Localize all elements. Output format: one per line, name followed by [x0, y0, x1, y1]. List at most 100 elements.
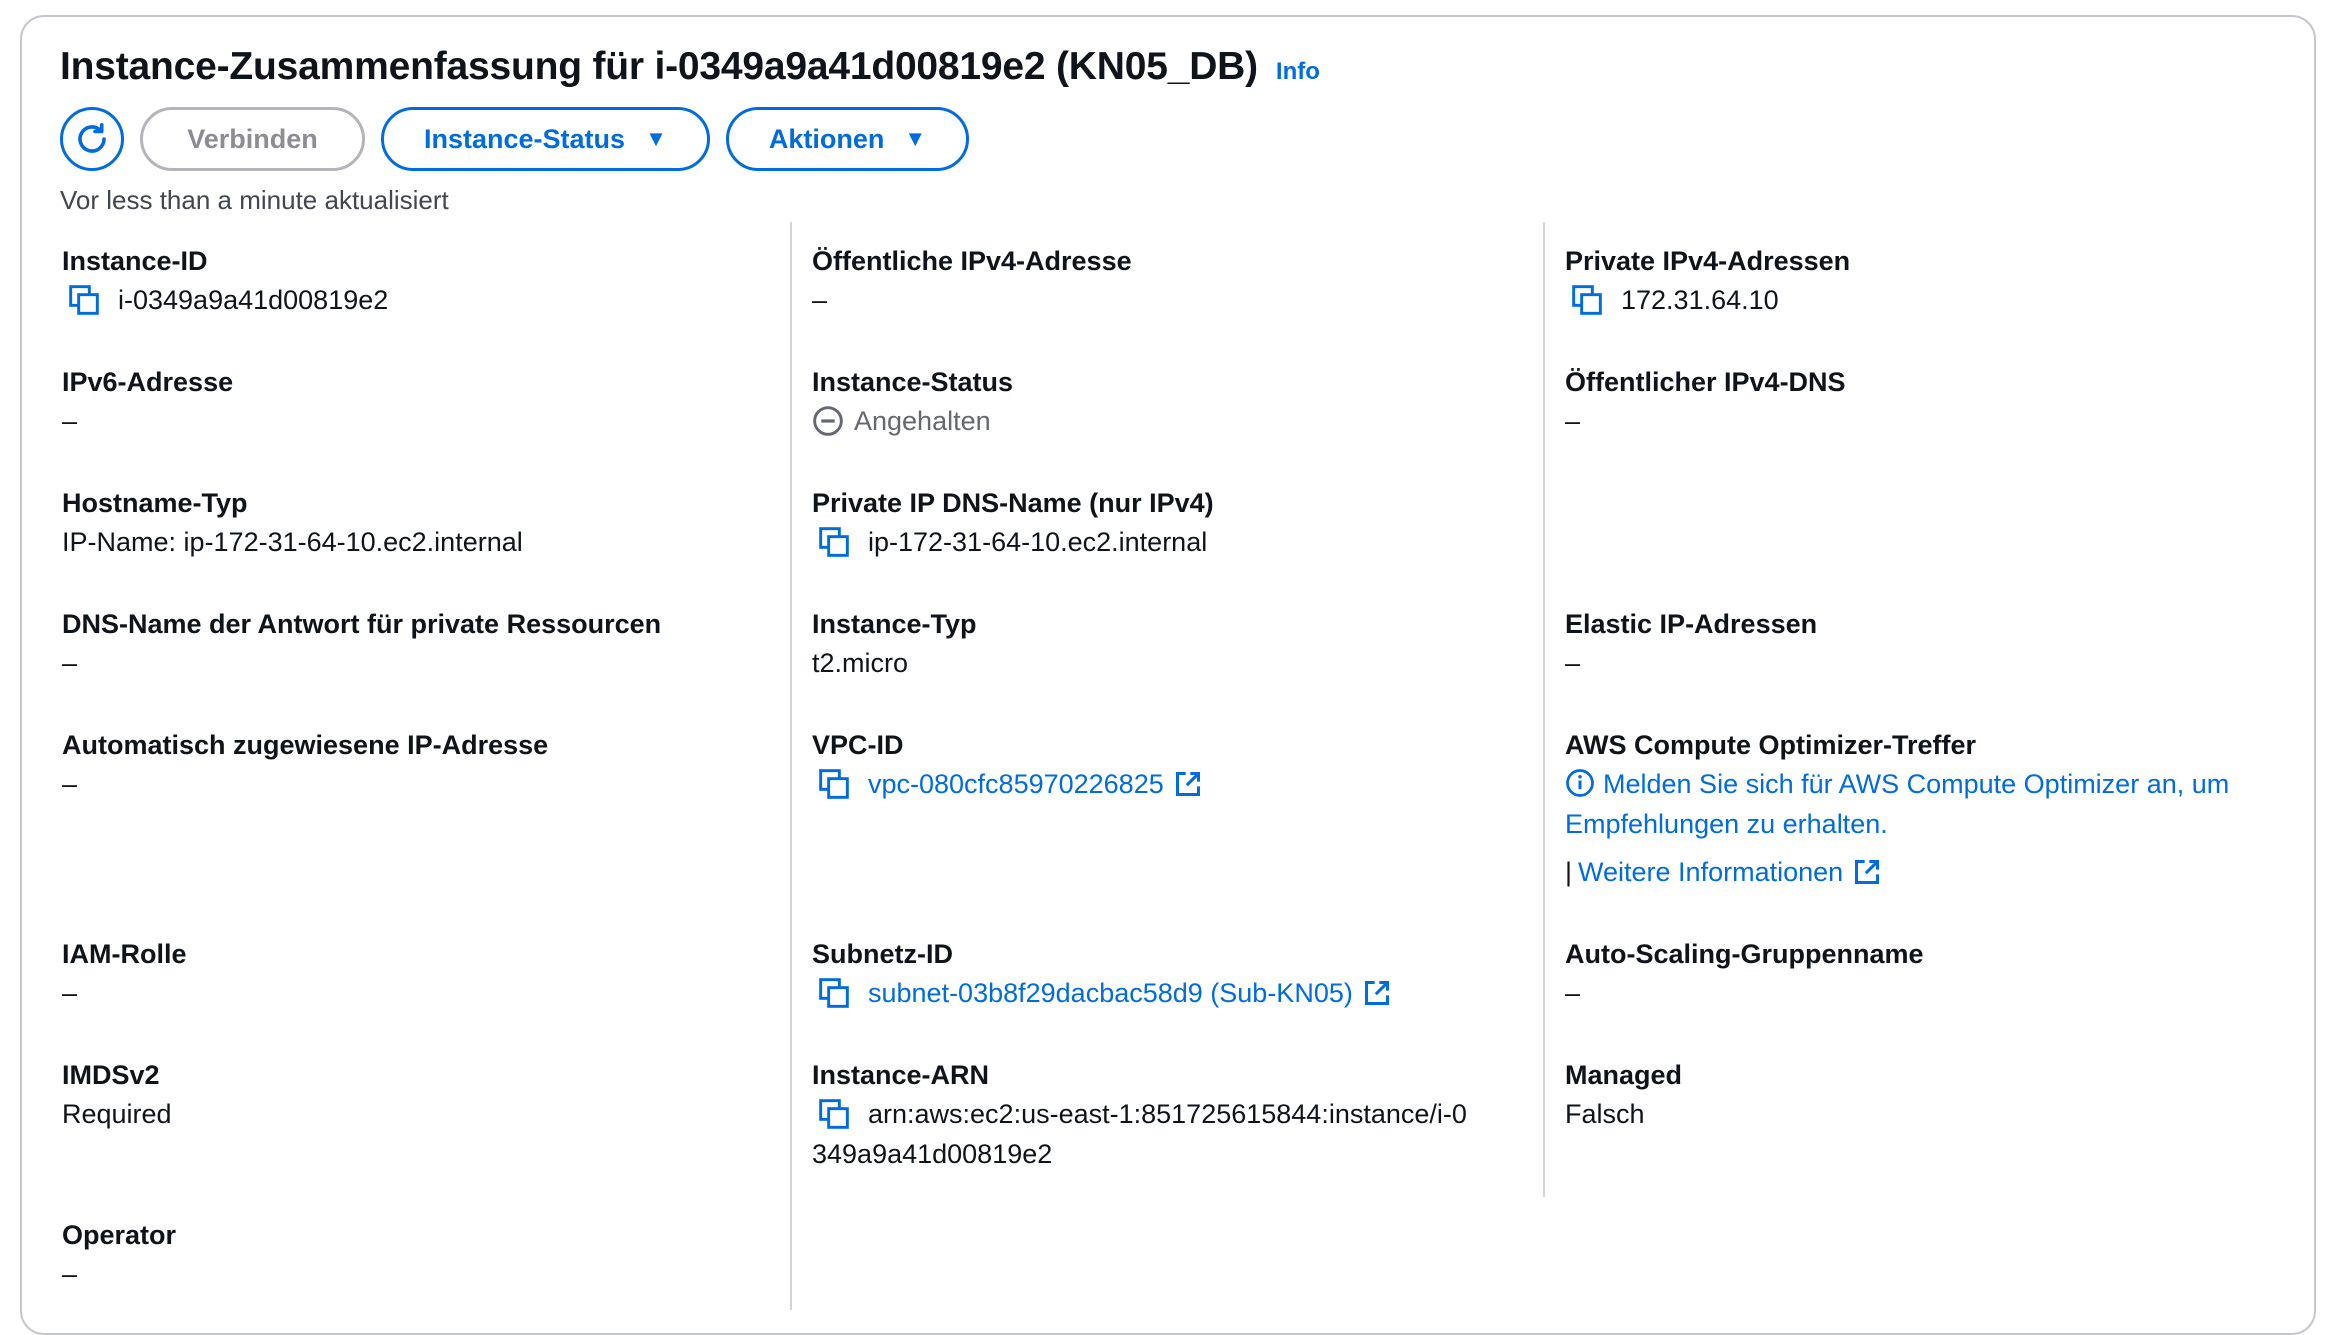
- field-iam-role: IAM-Rolle –: [62, 935, 187, 1013]
- instance-status-button-label: Instance-Status: [424, 123, 626, 154]
- field-instance-arn: Instance-ARN arn:aws:ec2:us-east-1:85172…: [812, 1056, 1467, 1174]
- field-value: –: [62, 1259, 78, 1289]
- stopped-status-icon: [813, 406, 843, 436]
- instance-status-value: Angehalten: [854, 406, 991, 436]
- optimizer-signup-line2-row: Empfehlungen zu erhalten.: [1565, 804, 2229, 844]
- field-value: –: [812, 285, 828, 315]
- field-subnet-id: Subnetz-ID subnet-03b8f29dacbac58d9 (Sub…: [812, 935, 1391, 1013]
- copy-icon[interactable]: [818, 526, 850, 558]
- refresh-button[interactable]: [60, 107, 124, 171]
- separator: |: [1565, 857, 1573, 887]
- field-value: –: [62, 769, 78, 799]
- field-public-ipv4: Öffentliche IPv4-Adresse –: [812, 242, 1132, 320]
- optimizer-signup-link-line1[interactable]: Melden Sie sich für AWS Compute Optimize…: [1603, 769, 2229, 799]
- external-link-icon[interactable]: [1853, 858, 1881, 886]
- more-info-row: | Weitere Informationen: [1565, 852, 2229, 892]
- field-managed: Managed Falsch: [1565, 1056, 1682, 1134]
- field-label: IMDSv2: [62, 1060, 160, 1090]
- field-imdsv2: IMDSv2 Required: [62, 1056, 172, 1134]
- field-private-dns: Private IP DNS-Name (nur IPv4) ip-172-31…: [812, 484, 1214, 562]
- field-value: 172.31.64.10: [1565, 280, 1850, 320]
- field-compute-optimizer: AWS Compute Optimizer-Treffer Melden Sie…: [1565, 726, 2229, 892]
- field-value: IP-Name: ip-172-31-64-10.ec2.internal: [62, 527, 523, 557]
- field-value: –: [62, 648, 78, 678]
- vpc-id-link[interactable]: vpc-080cfc85970226825: [868, 764, 1164, 804]
- field-value: ip-172-31-64-10.ec2.internal: [812, 522, 1214, 562]
- caret-down-icon: ▼: [904, 126, 927, 151]
- field-instance-id: Instance-ID i-0349a9a41d00819e2: [62, 242, 388, 320]
- external-link-icon[interactable]: [1174, 770, 1202, 798]
- field-label: Hostname-Typ: [62, 488, 248, 518]
- field-value: Required: [62, 1099, 172, 1129]
- field-value: –: [62, 978, 78, 1008]
- field-value: Falsch: [1565, 1099, 1645, 1129]
- toolbar: Verbinden Instance-Status ▼ Aktionen ▼: [60, 107, 1320, 171]
- actions-button-label: Aktionen: [768, 123, 885, 154]
- copy-icon[interactable]: [818, 768, 850, 800]
- instance-id-value: i-0349a9a41d00819e2: [118, 285, 389, 315]
- private-ipv4-value: 172.31.64.10: [1621, 285, 1779, 315]
- field-label: Private IP DNS-Name (nur IPv4): [812, 488, 1214, 518]
- field-label: Instance-ARN: [812, 1060, 990, 1090]
- field-value: Angehalten: [812, 401, 1013, 441]
- field-public-dns: Öffentlicher IPv4-DNS –: [1565, 363, 1846, 441]
- instance-status-button[interactable]: Instance-Status ▼: [381, 107, 710, 171]
- field-label: IPv6-Adresse: [62, 367, 234, 397]
- copy-icon[interactable]: [68, 284, 100, 316]
- instance-arn-value-line1: arn:aws:ec2:us-east-1:851725615844:insta…: [868, 1099, 1467, 1129]
- field-label: Öffentlicher IPv4-DNS: [1565, 367, 1846, 397]
- copy-icon[interactable]: [818, 1098, 850, 1130]
- field-value: t2.micro: [812, 648, 909, 678]
- field-operator: Operator –: [62, 1216, 176, 1294]
- field-value: arn:aws:ec2:us-east-1:851725615844:insta…: [812, 1094, 1467, 1134]
- column-divider: [790, 222, 792, 1310]
- field-hostname-type: Hostname-Typ IP-Name: ip-172-31-64-10.ec…: [62, 484, 523, 562]
- field-dns-answer: DNS-Name der Antwort für private Ressour…: [62, 605, 661, 683]
- field-label: Subnetz-ID: [812, 939, 953, 969]
- subnet-id-link[interactable]: subnet-03b8f29dacbac58d9 (Sub-KN05): [868, 973, 1353, 1013]
- field-label: Öffentliche IPv4-Adresse: [812, 246, 1132, 276]
- field-elastic-ip: Elastic IP-Adressen –: [1565, 605, 1817, 683]
- optimizer-signup: Melden Sie sich für AWS Compute Optimize…: [1565, 764, 2229, 804]
- field-value: –: [1565, 406, 1581, 436]
- field-label: Operator: [62, 1220, 177, 1250]
- column-divider: [1543, 222, 1545, 1197]
- copy-icon[interactable]: [818, 977, 850, 1009]
- field-auto-ip: Automatisch zugewiesene IP-Adresse –: [62, 726, 548, 804]
- actions-button[interactable]: Aktionen ▼: [725, 107, 970, 171]
- field-value: vpc-080cfc85970226825: [812, 764, 1202, 804]
- field-label: Elastic IP-Adressen: [1565, 609, 1818, 639]
- field-instance-type: Instance-Typ t2.micro: [812, 605, 977, 683]
- optimizer-signup-link-line2[interactable]: Empfehlungen zu erhalten.: [1565, 809, 1888, 839]
- field-label: Instance-Typ: [812, 609, 977, 639]
- field-ipv6: IPv6-Adresse –: [62, 363, 233, 441]
- field-label: Managed: [1565, 1060, 1683, 1090]
- field-vpc-id: VPC-ID vpc-080cfc85970226825: [812, 726, 1202, 804]
- field-value: subnet-03b8f29dacbac58d9 (Sub-KN05): [812, 973, 1391, 1013]
- field-value: i-0349a9a41d00819e2: [62, 280, 388, 320]
- field-label: Private IPv4-Adressen: [1565, 246, 1851, 276]
- page-title: Instance-Zusammenfassung für i-0349a9a41…: [60, 45, 1258, 88]
- last-updated-text: Vor less than a minute aktualisiert: [60, 185, 449, 215]
- field-label: AWS Compute Optimizer-Treffer: [1565, 730, 1977, 760]
- field-value: –: [62, 406, 78, 436]
- external-link-icon[interactable]: [1363, 979, 1391, 1007]
- field-label: IAM-Rolle: [62, 939, 187, 969]
- info-link[interactable]: Info: [1276, 58, 1320, 86]
- copy-icon[interactable]: [1571, 284, 1603, 316]
- connect-button[interactable]: Verbinden: [140, 107, 365, 171]
- field-label: Auto-Scaling-Gruppenname: [1565, 939, 1924, 969]
- summary-header: Instance-Zusammenfassung für i-0349a9a41…: [60, 45, 1320, 216]
- field-label: DNS-Name der Antwort für private Ressour…: [62, 609, 662, 639]
- info-circle-icon: [1566, 769, 1594, 797]
- more-info-link[interactable]: Weitere Informationen: [1578, 852, 1843, 892]
- refresh-icon: [78, 122, 106, 153]
- field-value: –: [1565, 978, 1581, 1008]
- field-label: Instance-ID: [62, 246, 208, 276]
- private-dns-value: ip-172-31-64-10.ec2.internal: [868, 527, 1208, 557]
- field-value: –: [1565, 648, 1581, 678]
- field-label: VPC-ID: [812, 730, 904, 760]
- caret-down-icon: ▼: [645, 126, 667, 151]
- field-label: Automatisch zugewiesene IP-Adresse: [62, 730, 549, 760]
- field-label: Instance-Status: [812, 367, 1014, 397]
